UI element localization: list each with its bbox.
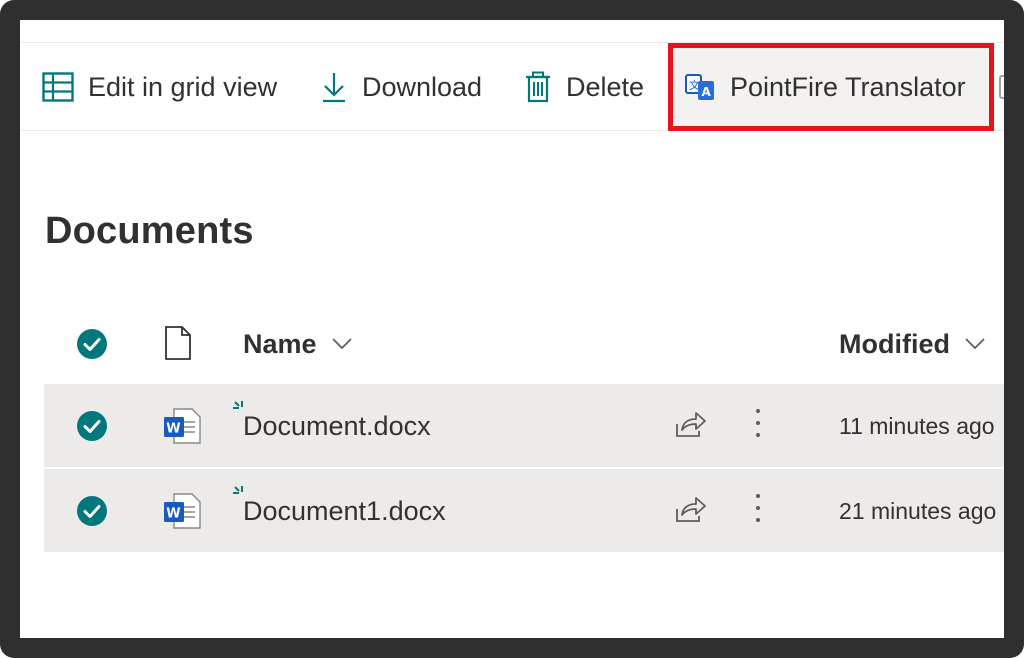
download-button[interactable]: Download — [320, 43, 482, 131]
pointfire-translator-button[interactable]: 文 A PointFire Translator — [668, 43, 994, 131]
modified-time: 21 minutes ago — [839, 497, 997, 524]
word-document-icon: W — [162, 406, 202, 451]
table-row[interactable]: W Document.docx 11 minutes ago — [44, 384, 1004, 468]
svg-text:W: W — [166, 507, 180, 522]
download-icon — [320, 71, 348, 103]
column-header-name[interactable]: Name — [243, 306, 353, 382]
select-all-checkmark-icon[interactable] — [76, 328, 108, 365]
svg-text:W: W — [166, 422, 180, 437]
column-header-name-label: Name — [243, 328, 317, 359]
edit-in-grid-view-button[interactable]: Edit in grid view — [42, 43, 277, 131]
row-selected-checkmark-icon[interactable] — [76, 495, 108, 532]
modified-time: 11 minutes ago — [839, 412, 995, 439]
column-header-modified[interactable]: Modified — [839, 306, 986, 382]
download-label: Download — [362, 71, 483, 102]
file-name-link[interactable]: Document.docx — [243, 384, 431, 468]
list-header: Name Modified — [44, 306, 1004, 382]
table-row[interactable]: W Document1.docx 21 minutes ago — [44, 469, 1004, 553]
pointfire-translator-label: PointFire Translator — [730, 71, 966, 102]
trash-icon — [524, 71, 552, 103]
file-name-link[interactable]: Document1.docx — [243, 469, 446, 553]
command-bar: Edit in grid view Download Delete 文 A Po… — [20, 43, 1004, 131]
row-selected-checkmark-icon[interactable] — [76, 410, 108, 447]
overflow-command-icon[interactable] — [998, 43, 1004, 131]
share-icon[interactable] — [674, 494, 708, 529]
page-title: Documents — [45, 210, 254, 252]
sharepoint-document-library: Edit in grid view Download Delete 文 A Po… — [20, 20, 1004, 638]
share-icon[interactable] — [674, 409, 708, 444]
delete-button[interactable]: Delete — [524, 43, 644, 131]
grid-icon — [42, 72, 74, 102]
chevron-down-icon — [331, 337, 353, 351]
edit-in-grid-view-label: Edit in grid view — [88, 71, 278, 102]
more-options-icon[interactable] — [752, 406, 764, 447]
delete-label: Delete — [566, 71, 645, 102]
word-document-icon: W — [162, 491, 202, 536]
translate-icon: 文 A — [684, 72, 716, 102]
svg-text:A: A — [702, 85, 712, 99]
file-type-icon[interactable] — [164, 325, 192, 366]
more-options-icon[interactable] — [752, 491, 764, 532]
column-header-modified-label: Modified — [839, 328, 950, 359]
chevron-down-icon — [964, 337, 986, 351]
